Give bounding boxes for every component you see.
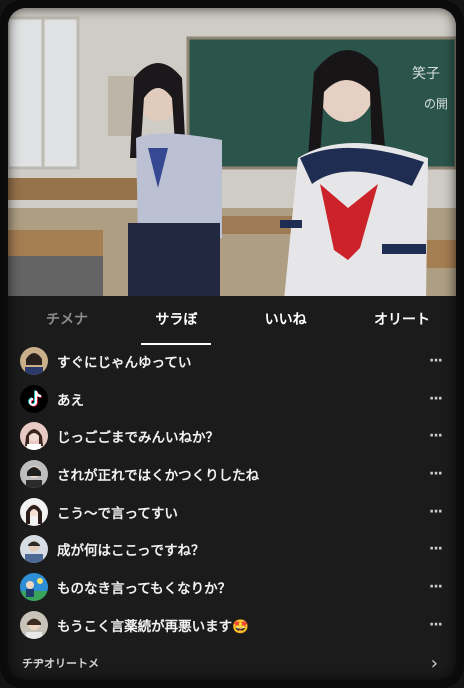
list-item[interactable]: ものなき言ってもくなりか？ ··· — [8, 568, 456, 606]
tab-iine[interactable]: いいね — [265, 303, 307, 335]
footer-label: チヂオリートメ — [22, 657, 99, 670]
comment-text: すぐにじゃんゆってい — [57, 354, 192, 371]
avatar[interactable] — [20, 346, 48, 375]
avatar[interactable] — [20, 459, 48, 488]
tab-chimena[interactable]: チメナ — [46, 303, 88, 335]
comment-text: じっごごまでみんいねか？ — [57, 430, 219, 447]
more-options-icon[interactable]: ··· — [420, 579, 443, 595]
app-frame: 笑子 の開 — [0, 0, 464, 688]
comment-panel: チメナ サラぼ いいね オリート すぐにじゃんゆってい ··· あえ ··· じ… — [8, 296, 456, 680]
comment-text: 成が何はここっですね？ — [57, 543, 205, 560]
list-item[interactable]: すぐにじゃんゆってい ··· — [8, 342, 456, 380]
avatar[interactable] — [20, 572, 48, 601]
comment-text: されが正れではくかつくりしたね — [57, 467, 260, 484]
more-options-icon[interactable]: ··· — [420, 391, 443, 407]
tiktok-logo-icon[interactable] — [20, 384, 48, 413]
classroom-photo: 笑子 の開 — [8, 8, 456, 300]
list-item[interactable]: もうこく言薬続が再悪います🤩 ··· — [8, 606, 456, 644]
more-options-icon[interactable]: ··· — [420, 504, 443, 520]
list-item[interactable]: じっごごまでみんいねか？ ··· — [8, 417, 456, 455]
more-options-icon[interactable]: ··· — [420, 428, 443, 444]
comment-list: すぐにじゃんゆってい ··· あえ ··· じっごごまでみんいねか？ ··· さ… — [8, 342, 456, 644]
tab-bar: チメナ サラぼ いいね オリート — [8, 296, 456, 345]
list-item[interactable]: こう〜で言ってすい ··· — [8, 493, 456, 531]
list-item[interactable]: あえ ··· — [8, 380, 456, 418]
more-options-icon[interactable]: ··· — [420, 541, 443, 557]
chevron-right-icon[interactable]: › — [431, 653, 438, 674]
more-options-icon[interactable]: ··· — [420, 466, 443, 482]
comment-text: あえ — [57, 392, 84, 409]
tab-oriito[interactable]: オリート — [374, 303, 430, 335]
footer-bar[interactable]: チヂオリートメ › — [8, 646, 456, 680]
comment-text: こう〜で言ってすい — [57, 505, 178, 522]
avatar[interactable] — [20, 535, 48, 564]
avatar[interactable] — [20, 422, 48, 451]
avatar[interactable] — [20, 497, 48, 526]
comment-text: ものなき言ってもくなりか？ — [57, 580, 232, 597]
avatar[interactable] — [20, 610, 48, 639]
comment-text: もうこく言薬続が再悪います🤩 — [57, 618, 249, 635]
more-options-icon[interactable]: ··· — [420, 353, 443, 369]
more-options-icon[interactable]: ··· — [420, 617, 443, 633]
list-item[interactable]: 成が何はここっですね？ ··· — [8, 530, 456, 568]
list-item[interactable]: されが正れではくかつくりしたね ··· — [8, 455, 456, 493]
tab-saraho[interactable]: サラぼ — [141, 303, 212, 345]
